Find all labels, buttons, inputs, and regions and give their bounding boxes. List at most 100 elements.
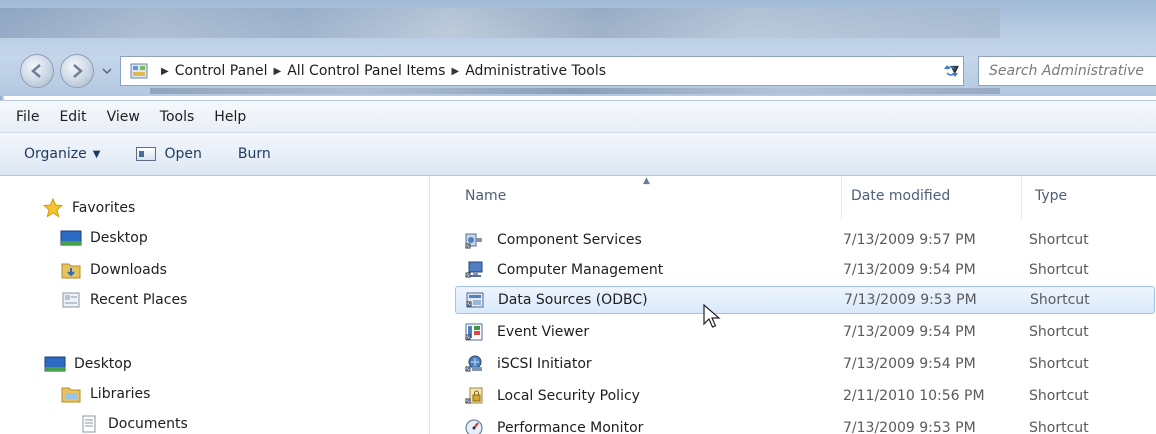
breadcrumb-separator-icon[interactable]: ▶ [274,66,282,77]
downloads-folder-icon [60,261,82,279]
file-row-local-security-policy[interactable]: Local Security Policy 2/11/2010 10:56 PM… [455,382,1155,410]
column-header-name[interactable]: Name [465,188,506,204]
sort-ascending-icon: ▲ [643,176,650,186]
breadcrumb-all-items[interactable]: All Control Panel Items [287,63,445,79]
burn-button[interactable]: Burn [238,146,271,162]
menu-view[interactable]: View [107,109,140,125]
chevron-down-icon [102,68,112,75]
column-header-date-modified[interactable]: Date modified [851,188,950,204]
nav-downloads[interactable]: Downloads [60,258,167,282]
file-list-pane: ▲ Name Date modified Type Component Serv… [431,176,1156,434]
organize-label: Organize [24,146,87,162]
file-date: 7/13/2009 9:57 PM [843,232,976,248]
file-type: Shortcut [1029,388,1089,404]
computer-management-icon [463,259,485,281]
nav-documents[interactable]: Documents [78,412,188,434]
file-name: Component Services [497,232,642,248]
menu-edit[interactable]: Edit [59,109,86,125]
breadcrumb-control-panel[interactable]: Control Panel [175,63,268,79]
file-type: Shortcut [1029,232,1089,248]
mouse-cursor-icon [703,304,721,328]
file-type: Shortcut [1029,262,1089,278]
file-type: Shortcut [1030,292,1090,308]
file-date: 7/13/2009 9:54 PM [843,356,976,372]
iscsi-initiator-icon [463,353,485,375]
open-label: Open [164,146,202,162]
component-services-icon [463,229,485,251]
forward-button[interactable] [60,54,94,88]
file-date: 7/13/2009 9:54 PM [843,324,976,340]
security-policy-icon [463,385,485,407]
organize-button[interactable]: Organize ▼ [24,146,100,162]
command-bar: Organize ▼ Open Burn [0,132,1156,176]
performance-monitor-icon [463,417,485,434]
document-icon [78,415,100,433]
file-row-component-services[interactable]: Component Services 7/13/2009 9:57 PM Sho… [455,226,1155,254]
recent-pages-dropdown[interactable] [100,64,114,78]
refresh-icon [944,65,958,77]
file-name: Data Sources (ODBC) [498,292,648,308]
blurred-background-lower [150,88,1000,94]
address-bar[interactable]: ▶ Control Panel ▶ All Control Panel Item… [120,56,964,86]
nav-favorites[interactable]: Favorites [42,196,135,220]
breadcrumb-separator-icon[interactable]: ▶ [451,66,459,77]
nav-desktop-root[interactable]: Desktop [44,352,132,376]
nav-desktop[interactable]: Desktop [60,226,148,250]
arrow-left-icon [31,64,41,78]
burn-label: Burn [237,146,271,162]
navigation-pane: Favorites Desktop Downloads Recent Place… [0,176,430,434]
recent-places-icon [60,291,82,309]
file-row-performance-monitor[interactable]: Performance Monitor 7/13/2009 9:53 PM Sh… [455,414,1155,434]
breadcrumb-separator-icon[interactable]: ▶ [161,66,169,77]
desktop-icon [60,229,82,247]
desktop-icon [44,355,66,373]
file-name: Performance Monitor [497,420,644,434]
file-row-event-viewer[interactable]: Event Viewer 7/13/2009 9:54 PM Shortcut [455,318,1155,346]
data-sources-icon [464,289,486,311]
open-button[interactable]: Open [136,146,202,162]
control-panel-icon [127,59,151,83]
breadcrumb-administrative-tools[interactable]: Administrative Tools [465,63,606,79]
nav-label: Recent Places [90,292,188,308]
file-name: Computer Management [497,262,664,278]
file-name: Event Viewer [497,324,590,340]
file-type: Shortcut [1029,324,1089,340]
menu-help[interactable]: Help [214,109,246,125]
nav-label: Favorites [72,200,136,216]
star-icon [42,198,64,218]
refresh-button[interactable] [936,56,966,86]
menu-tools[interactable]: Tools [160,109,195,125]
nav-label: Desktop [74,356,132,372]
file-type: Shortcut [1029,356,1089,372]
nav-label: Documents [108,416,188,432]
column-divider[interactable] [1021,176,1022,220]
menu-bar: File Edit View Tools Help [0,100,1156,132]
event-viewer-icon [463,321,485,343]
nav-recent-places[interactable]: Recent Places [60,288,187,312]
column-divider[interactable] [841,176,842,220]
libraries-folder-icon [60,385,82,403]
search-input[interactable]: Search Administrative [978,56,1156,86]
menu-file[interactable]: File [16,109,39,125]
file-date: 7/13/2009 9:53 PM [844,292,977,308]
nav-label: Downloads [90,262,167,278]
file-row-data-sources-odbc[interactable]: Data Sources (ODBC) 7/13/2009 9:53 PM Sh… [455,286,1155,314]
file-type: Shortcut [1029,420,1089,434]
file-row-iscsi-initiator[interactable]: iSCSI Initiator 7/13/2009 9:54 PM Shortc… [455,350,1155,378]
nav-libraries[interactable]: Libraries [60,382,150,406]
file-name: Local Security Policy [497,388,640,404]
file-date: 7/13/2009 9:53 PM [843,420,976,434]
window-title-area: ▶ Control Panel ▶ All Control Panel Item… [0,0,1156,96]
window-icon [136,147,157,161]
column-header-type[interactable]: Type [1035,188,1067,204]
arrow-right-icon [73,64,83,78]
nav-label: Libraries [90,386,151,402]
file-row-computer-management[interactable]: Computer Management 7/13/2009 9:54 PM Sh… [455,256,1155,284]
file-date: 2/11/2010 10:56 PM [843,388,985,404]
file-date: 7/13/2009 9:54 PM [843,262,976,278]
blurred-background [0,8,1000,38]
nav-label: Desktop [90,230,148,246]
back-button[interactable] [20,54,54,88]
chevron-down-icon: ▼ [92,148,101,160]
file-name: iSCSI Initiator [497,356,592,372]
